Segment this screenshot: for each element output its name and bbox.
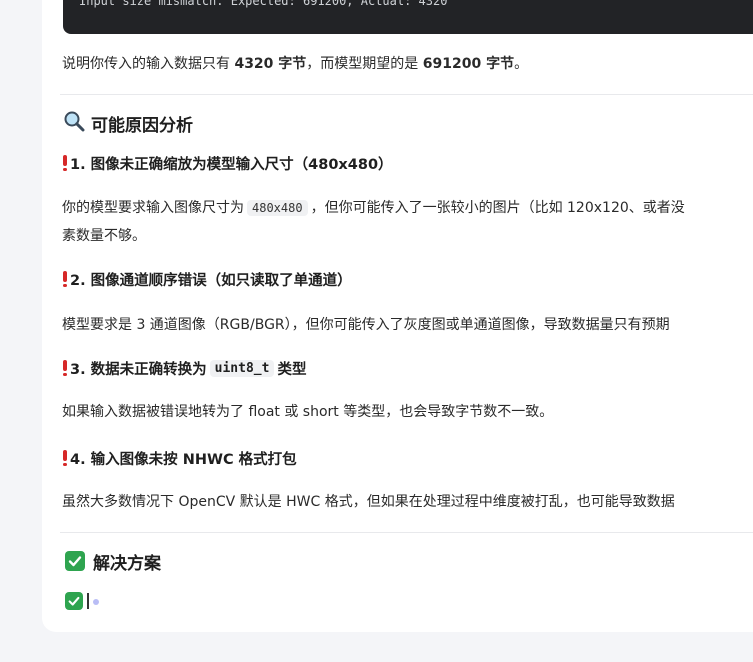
code-output-text: Input size mismatch. Expected: 691200, A… xyxy=(79,0,448,8)
cause-4-body: 虽然大多数情况下 OpenCV 默认是 HWC 格式，但如果在处理过程中维度被打… xyxy=(62,494,675,510)
cause-2-body: 模型要求是 3 通道图像（RGB/BGR），但你可能传入了灰度图或单通道图像，导… xyxy=(62,317,670,333)
inline-code: 480x480 xyxy=(247,200,308,216)
check-icon xyxy=(65,592,83,610)
cause-1-body-line2: 素数量不够。 xyxy=(62,228,146,244)
page: Input size mismatch. Expected: 691200, A… xyxy=(0,0,753,662)
causes-section-title: 可能原因分析 xyxy=(63,110,193,136)
cause-1-heading: 1. 图像未正确缩放为模型输入尺寸（480x480） xyxy=(62,152,393,174)
text-caret xyxy=(87,593,89,609)
solution-section-title: 解决方案 xyxy=(65,549,161,574)
exclamation-icon xyxy=(62,155,67,171)
exclamation-icon xyxy=(62,450,67,466)
divider xyxy=(60,94,753,95)
actual-bytes: 4320 字节 xyxy=(234,56,307,72)
cause-4-heading: 4. 输入图像未按 NHWC 格式打包 xyxy=(62,447,297,469)
search-icon xyxy=(63,110,85,137)
cause-1-body-line1: 你的模型要求输入图像尺寸为 480x480 ，但你可能传入了一张较小的图片（比如 1… xyxy=(62,200,685,216)
exclamation-icon xyxy=(62,271,67,287)
streaming-indicator-dot xyxy=(93,599,99,605)
cause-2-heading: 2. 图像通道顺序错误（如只读取了单通道） xyxy=(62,268,352,290)
expected-bytes: 691200 字节 xyxy=(422,56,515,72)
check-icon xyxy=(65,551,85,571)
inline-code: uint8_t xyxy=(209,359,275,377)
divider xyxy=(60,532,753,533)
exclamation-icon xyxy=(62,360,67,376)
cause-3-heading: 3. 数据未正确转换为 uint8_t 类型 xyxy=(62,357,306,379)
solution-partial-line xyxy=(65,592,89,610)
explanation-paragraph: 说明你传入的输入数据只有 4320 字节，而模型期望的是 691200 字节。 xyxy=(62,56,529,72)
cause-3-body: 如果输入数据被错误地转为了 float 或 short 等类型，也会导致字节数不… xyxy=(62,404,554,420)
code-output-block: Input size mismatch. Expected: 691200, A… xyxy=(63,0,753,34)
